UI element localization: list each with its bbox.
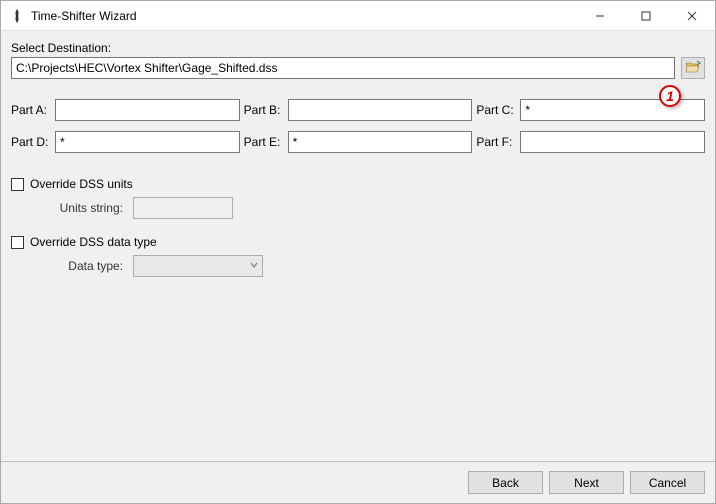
part-c-label: Part C: [476,103,516,117]
override-type-label: Override DSS data type [30,235,157,249]
part-d-input[interactable] [55,131,240,153]
destination-input[interactable] [11,57,675,79]
callout-1: 1 [659,85,681,107]
minimize-button[interactable] [577,1,623,31]
part-a-input[interactable] [55,99,240,121]
override-units-checkbox[interactable] [11,178,24,191]
window-title: Time-Shifter Wizard [31,9,137,23]
wizard-window: Time-Shifter Wizard Select Destination: [0,0,716,504]
footer: Back Next Cancel [1,461,715,503]
data-type-label: Data type: [47,259,123,273]
units-string-input [133,197,233,219]
override-type-checkbox[interactable] [11,236,24,249]
part-e-label: Part E: [244,135,284,149]
folder-open-icon [685,60,701,77]
override-units-label: Override DSS units [30,177,133,191]
part-f-label: Part F: [476,135,516,149]
browse-button[interactable] [681,57,705,79]
part-f-input[interactable] [520,131,705,153]
titlebar: Time-Shifter Wizard [1,1,715,31]
part-a-label: Part A: [11,103,51,117]
chevron-down-icon [250,261,258,272]
app-icon [9,8,25,24]
back-button[interactable]: Back [468,471,543,494]
part-b-input[interactable] [288,99,473,121]
cancel-button[interactable]: Cancel [630,471,705,494]
close-button[interactable] [669,1,715,31]
next-button[interactable]: Next [549,471,624,494]
part-d-label: Part D: [11,135,51,149]
data-type-combo [133,255,263,277]
maximize-button[interactable] [623,1,669,31]
select-destination-label: Select Destination: [11,41,705,55]
units-string-label: Units string: [47,201,123,215]
part-b-label: Part B: [244,103,284,117]
content-area: Select Destination: 1 Part A: Part B: Pa… [1,31,715,461]
parts-grid: Part A: Part B: Part C: Part D: Part E: … [11,99,705,153]
part-e-input[interactable] [288,131,473,153]
